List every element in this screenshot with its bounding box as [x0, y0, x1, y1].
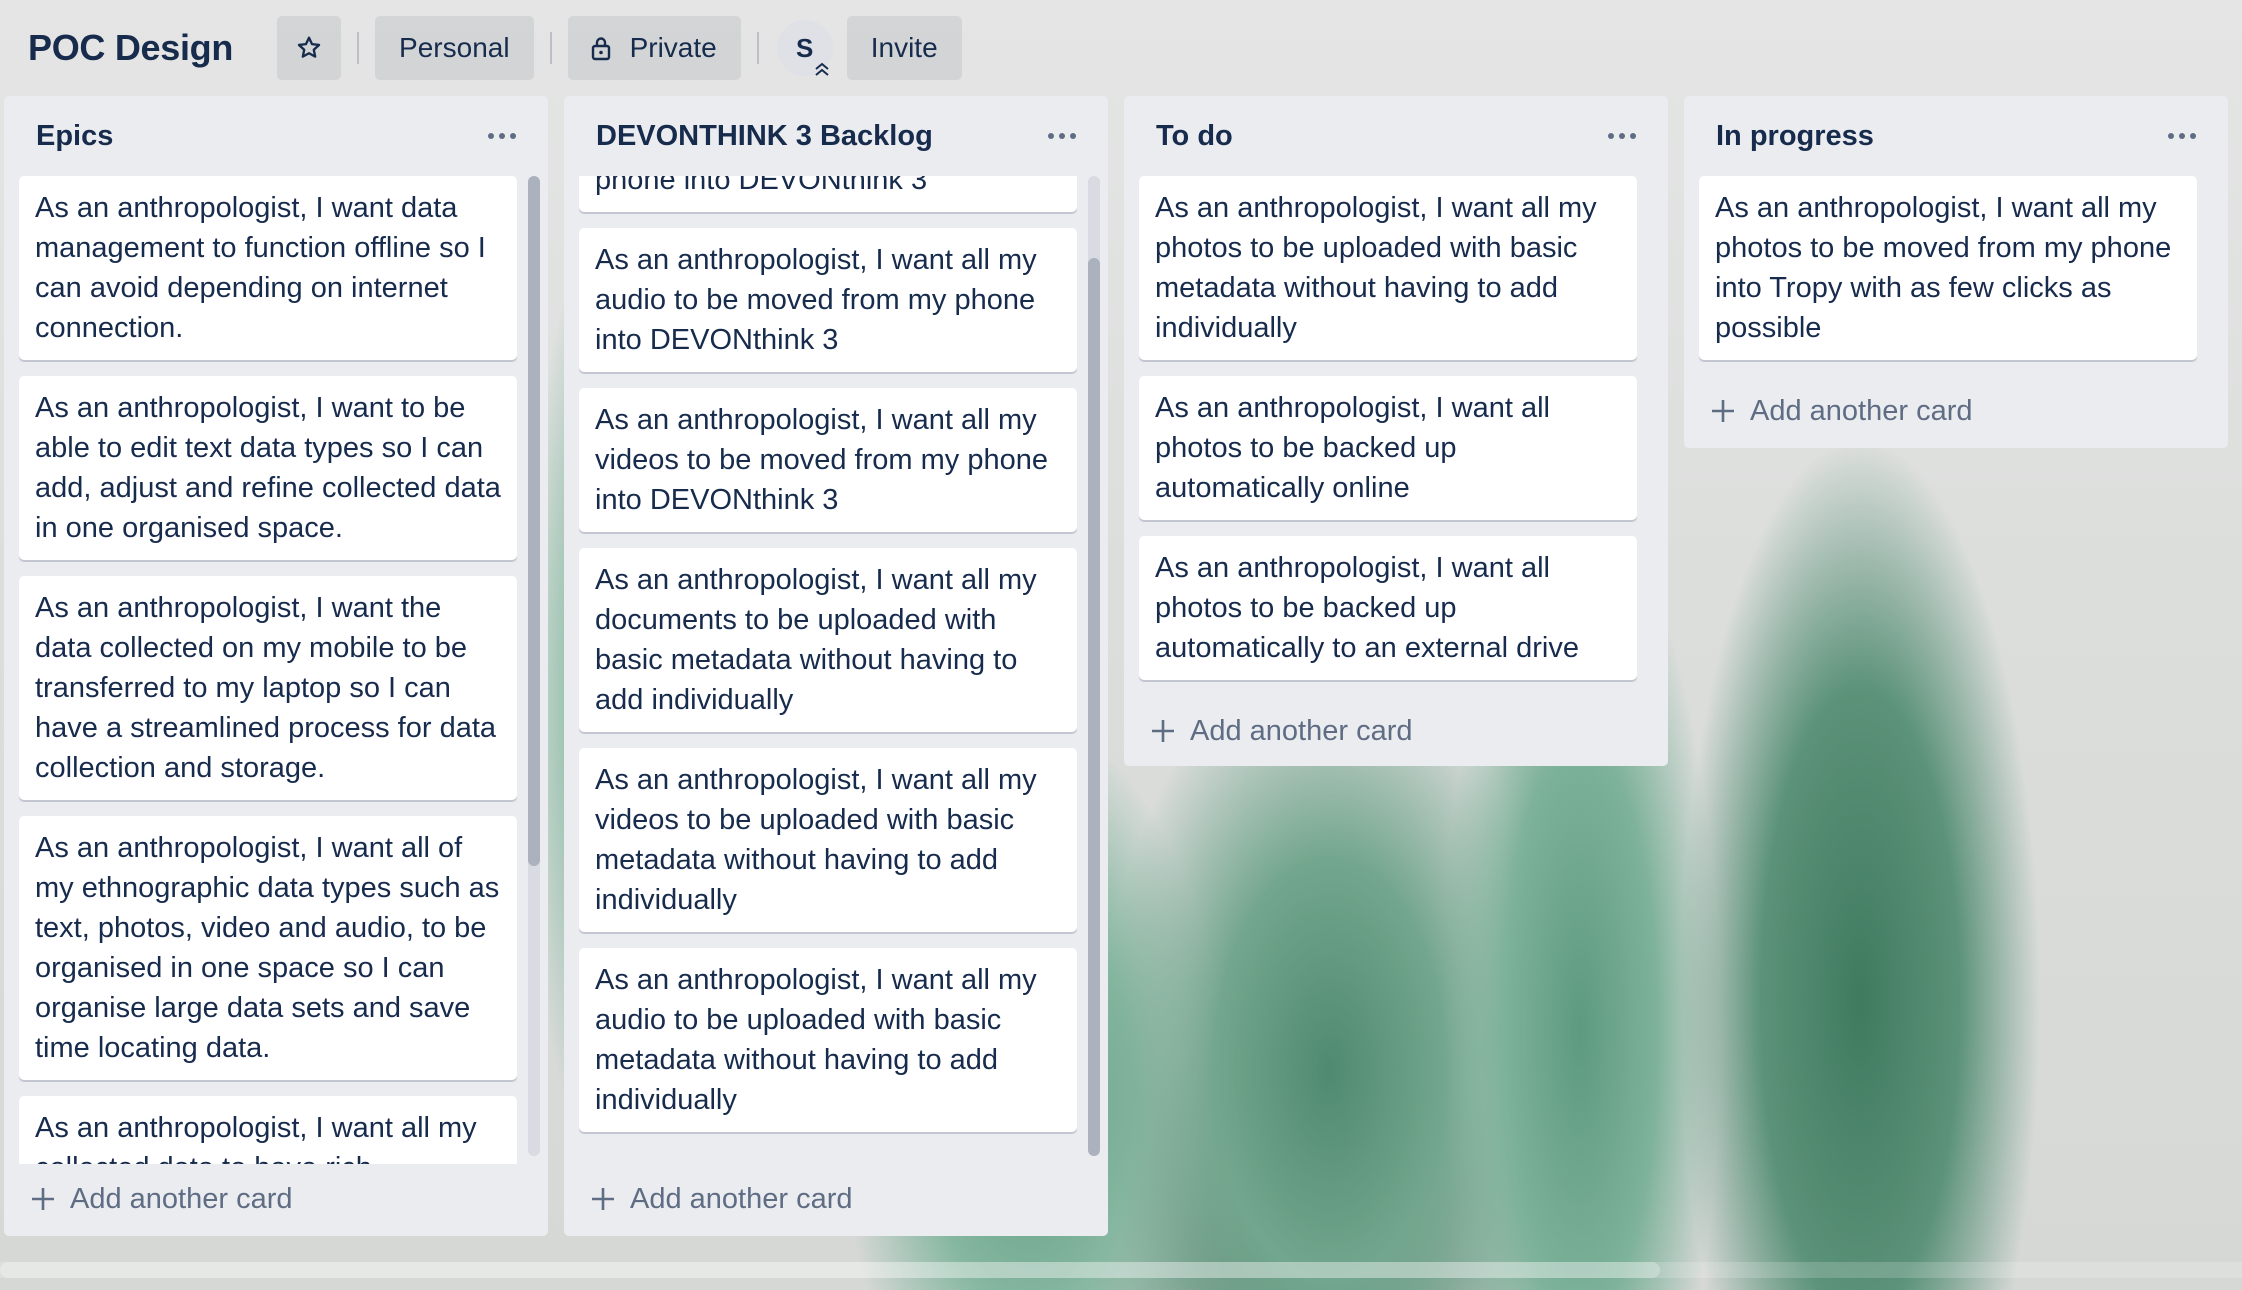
card-container: As an anthropologist, I want all my phot…	[1124, 176, 1668, 696]
card-container: phone into DEVONthink 3 As an anthropolo…	[564, 176, 1108, 1164]
card[interactable]: As an anthropologist, I want all photos …	[1139, 536, 1637, 680]
card[interactable]: As an anthropologist, I want all my vide…	[579, 748, 1077, 932]
plus-icon	[590, 1186, 616, 1212]
list-title[interactable]: To do	[1156, 120, 1233, 153]
card[interactable]: As an anthropologist, I want to be able …	[19, 376, 517, 560]
plus-icon	[1150, 718, 1176, 744]
add-card-button[interactable]: Add another card	[1124, 696, 1668, 766]
list-header: DEVONTHINK 3 Backlog	[564, 96, 1108, 176]
list-scrollbar[interactable]	[1088, 176, 1100, 1156]
board-horizontal-scrollbar[interactable]	[0, 1262, 2242, 1278]
board-header: POC Design Personal Private S Invite	[28, 16, 2214, 80]
card[interactable]: As an anthropologist, I want all my audi…	[579, 948, 1077, 1132]
list-in-progress: In progress As an anthropologist, I want…	[1684, 96, 2228, 448]
invite-label: Invite	[870, 32, 938, 63]
list-scroll-thumb[interactable]	[1088, 258, 1100, 1156]
more-icon[interactable]	[2162, 127, 2202, 145]
add-card-button[interactable]: Add another card	[564, 1164, 1108, 1234]
add-card-label: Add another card	[630, 1182, 853, 1215]
admin-chevron-icon	[811, 60, 833, 78]
board-scroll-thumb[interactable]	[0, 1262, 1660, 1278]
list-epics: Epics As an anthropologist, I want data …	[4, 96, 548, 1236]
team-visibility-label: Personal	[399, 32, 510, 63]
list-header: In progress	[1684, 96, 2228, 176]
privacy-label: Private	[629, 32, 717, 63]
team-visibility-button[interactable]: Personal	[375, 16, 534, 80]
card[interactable]: As an anthropologist, I want all photos …	[1139, 376, 1637, 520]
list-title[interactable]: DEVONTHINK 3 Backlog	[596, 120, 933, 153]
card-container: As an anthropologist, I want data manage…	[4, 176, 548, 1164]
card[interactable]: As an anthropologist, I want all my audi…	[579, 228, 1077, 372]
board-title[interactable]: POC Design	[28, 27, 233, 69]
card[interactable]: As an anthropologist, I want all my phot…	[1139, 176, 1637, 360]
list-header: To do	[1124, 96, 1668, 176]
privacy-button[interactable]: Private	[567, 16, 741, 80]
add-card-label: Add another card	[70, 1182, 293, 1215]
more-icon[interactable]	[1602, 127, 1642, 145]
add-card-label: Add another card	[1190, 714, 1413, 747]
list-header: Epics	[4, 96, 548, 176]
member-avatar[interactable]: S	[776, 20, 833, 78]
more-icon[interactable]	[482, 127, 522, 145]
card[interactable]: As an anthropologist, I want the data co…	[19, 576, 517, 800]
add-card-button[interactable]: Add another card	[4, 1164, 548, 1234]
card[interactable]: As an anthropologist, I want all of my e…	[19, 816, 517, 1080]
header-divider	[357, 32, 360, 64]
card[interactable]: As an anthropologist, I want data manage…	[19, 176, 517, 360]
plus-icon	[1710, 398, 1736, 424]
card[interactable]: As an anthropologist, I want all my phot…	[1699, 176, 2197, 360]
card[interactable]: As an anthropologist, I want all my vide…	[579, 388, 1077, 532]
list-scroll-thumb[interactable]	[528, 176, 540, 866]
star-icon	[295, 34, 323, 62]
card[interactable]: phone into DEVONthink 3	[579, 176, 1077, 212]
add-card-label: Add another card	[1750, 394, 1973, 427]
plus-icon	[30, 1186, 56, 1212]
invite-button[interactable]: Invite	[846, 16, 962, 80]
list-scrollbar[interactable]	[528, 176, 540, 1156]
more-icon[interactable]	[1042, 127, 1082, 145]
card[interactable]: As an anthropologist, I want all my docu…	[579, 548, 1077, 732]
card[interactable]: As an anthropologist, I want all my coll…	[19, 1096, 517, 1164]
list-to-do: To do As an anthropologist, I want all m…	[1124, 96, 1668, 766]
lock-icon	[590, 35, 612, 61]
star-button[interactable]	[277, 16, 342, 80]
list-devonthink-backlog: DEVONTHINK 3 Backlog phone into DEVONthi…	[564, 96, 1108, 1236]
add-card-button[interactable]: Add another card	[1684, 376, 2228, 446]
avatar-initial: S	[796, 32, 814, 63]
header-divider	[756, 32, 759, 64]
card-container: As an anthropologist, I want all my phot…	[1684, 176, 2228, 376]
header-divider	[549, 32, 552, 64]
list-title[interactable]: In progress	[1716, 120, 1874, 153]
list-title[interactable]: Epics	[36, 120, 113, 153]
